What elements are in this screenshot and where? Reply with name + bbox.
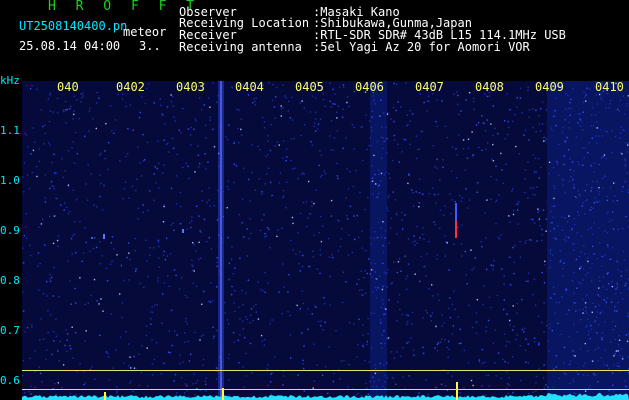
y-tick-0-7: 0.7 (0, 324, 20, 337)
y-tick-1-1: 1.1 (0, 124, 20, 137)
x-tick-0408: 0408 (475, 80, 504, 94)
marker-line-lower (22, 389, 629, 390)
count-label: 3.. (139, 39, 161, 53)
x-tick-0401: 040 (57, 80, 79, 94)
x-tick-0407: 0407 (415, 80, 444, 94)
x-tick-0402: 0402 (116, 80, 145, 94)
x-tick-0404: 0404 (235, 80, 264, 94)
antenna-label: Receiving antenna (179, 40, 302, 54)
x-tick-0403: 0403 (176, 80, 205, 94)
marker-line-upper (22, 370, 629, 371)
spectrogram-plot (22, 81, 629, 400)
x-tick-0405: 0405 (295, 80, 324, 94)
x-tick-0406: 0406 (355, 80, 384, 94)
y-axis-unit: kHz (0, 74, 20, 87)
hrofft-logo: H R O F F T (48, 0, 201, 14)
meteor-label: meteor (123, 25, 167, 39)
y-tick-0-6: 0.6 (0, 374, 20, 387)
y-tick-0-9: 0.9 (0, 224, 20, 237)
y-tick-1-0: 1.0 (0, 174, 20, 187)
x-tick-0409: 0409 (535, 80, 564, 94)
y-tick-0-8: 0.8 (0, 274, 20, 287)
header-panel: H R O F F T UT2508140400.pn meteor 25.08… (0, 0, 629, 74)
datetime-label: 25.08.14 04:00 (19, 39, 121, 53)
antenna-value: :5el Yagi Az 20 for Aomori VOR (313, 40, 530, 54)
x-tick-0410: 0410 (595, 80, 624, 94)
filename-label: UT2508140400.pn (19, 19, 128, 33)
